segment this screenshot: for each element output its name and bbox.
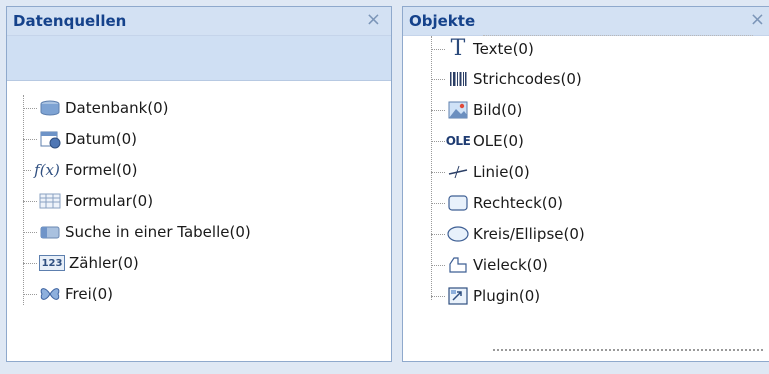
text-icon: T bbox=[450, 35, 466, 61]
barcode-icon bbox=[447, 69, 469, 89]
free-icon bbox=[39, 284, 61, 304]
ole-icon: OLE bbox=[445, 134, 471, 148]
tree-item-rectangle[interactable]: Rechteck(0) bbox=[431, 192, 563, 214]
tree-item-label: Strichcodes(0) bbox=[473, 70, 582, 88]
datasources-panel-title: Datenquellen bbox=[13, 12, 127, 30]
database-icon bbox=[39, 98, 61, 118]
form-icon bbox=[39, 191, 61, 211]
tree-item-polygon[interactable]: Vieleck(0) bbox=[431, 254, 548, 276]
tree-item-text[interactable]: T Texte(0) bbox=[431, 35, 534, 61]
tree-item-label: Bild(0) bbox=[473, 101, 523, 119]
line-icon bbox=[447, 162, 469, 182]
tree-item-label: Frei(0) bbox=[65, 285, 114, 303]
tree-item-label: Plugin(0) bbox=[473, 287, 541, 305]
tree-item-ole[interactable]: OLE OLE(0) bbox=[431, 130, 524, 152]
ellipse-icon bbox=[447, 224, 469, 244]
tree-item-date[interactable]: Datum(0) bbox=[23, 128, 137, 150]
tree-item-label: Formular(0) bbox=[65, 192, 154, 210]
tree-item-formula[interactable]: f(x) Formel(0) bbox=[23, 159, 137, 181]
objects-panel-title: Objekte bbox=[409, 12, 476, 30]
tree-item-ellipse[interactable]: Kreis/Ellipse(0) bbox=[431, 223, 585, 245]
tree-item-label: Rechteck(0) bbox=[473, 194, 564, 212]
tree-item-label: Kreis/Ellipse(0) bbox=[473, 225, 585, 243]
datasources-panel-header: Datenquellen × bbox=[7, 7, 391, 36]
close-icon[interactable]: × bbox=[750, 9, 765, 31]
tree-item-line[interactable]: Linie(0) bbox=[431, 161, 530, 183]
tree-item-label: Linie(0) bbox=[473, 163, 530, 181]
table-lookup-icon bbox=[39, 222, 61, 242]
datasources-toolbar-area bbox=[7, 36, 391, 81]
close-icon[interactable]: × bbox=[366, 9, 381, 31]
objects-panel-header: Objekte × bbox=[403, 7, 769, 36]
rectangle-icon bbox=[447, 193, 469, 213]
tree-item-label: Datenbank(0) bbox=[65, 99, 169, 117]
tree-item-label: Texte(0) bbox=[473, 40, 534, 58]
calendar-icon bbox=[39, 129, 61, 149]
plugin-icon bbox=[447, 286, 469, 306]
tree-item-plugin[interactable]: Plugin(0) bbox=[431, 285, 540, 307]
tree-item-label: OLE(0) bbox=[473, 132, 524, 150]
tree-item-counter[interactable]: 123 Zähler(0) bbox=[23, 252, 139, 274]
tree-item-database[interactable]: Datenbank(0) bbox=[23, 97, 169, 119]
tree-item-label: Zähler(0) bbox=[69, 254, 139, 272]
image-icon bbox=[447, 100, 469, 120]
objects-panel: Objekte × T Texte(0) Strichcodes(0) Bild… bbox=[402, 6, 769, 362]
datasources-panel: Datenquellen × Datenbank(0) Datum(0) f(x… bbox=[6, 6, 392, 362]
tree-item-image[interactable]: Bild(0) bbox=[431, 99, 522, 121]
tree-item-barcode[interactable]: Strichcodes(0) bbox=[431, 68, 582, 90]
tree-item-label: Vieleck(0) bbox=[473, 256, 548, 274]
formula-icon: f(x) bbox=[34, 161, 60, 179]
tree-item-label: Formel(0) bbox=[65, 161, 138, 179]
tree-item-form[interactable]: Formular(0) bbox=[23, 190, 153, 212]
tree-item-table-lookup[interactable]: Suche in einer Tabelle(0) bbox=[23, 221, 251, 243]
clipped-row-remnant bbox=[493, 349, 763, 355]
tree-item-label: Suche in einer Tabelle(0) bbox=[65, 223, 251, 241]
counter-icon: 123 bbox=[39, 255, 65, 271]
polygon-icon bbox=[447, 255, 469, 275]
tree-item-free[interactable]: Frei(0) bbox=[23, 283, 113, 305]
tree-item-label: Datum(0) bbox=[65, 130, 137, 148]
